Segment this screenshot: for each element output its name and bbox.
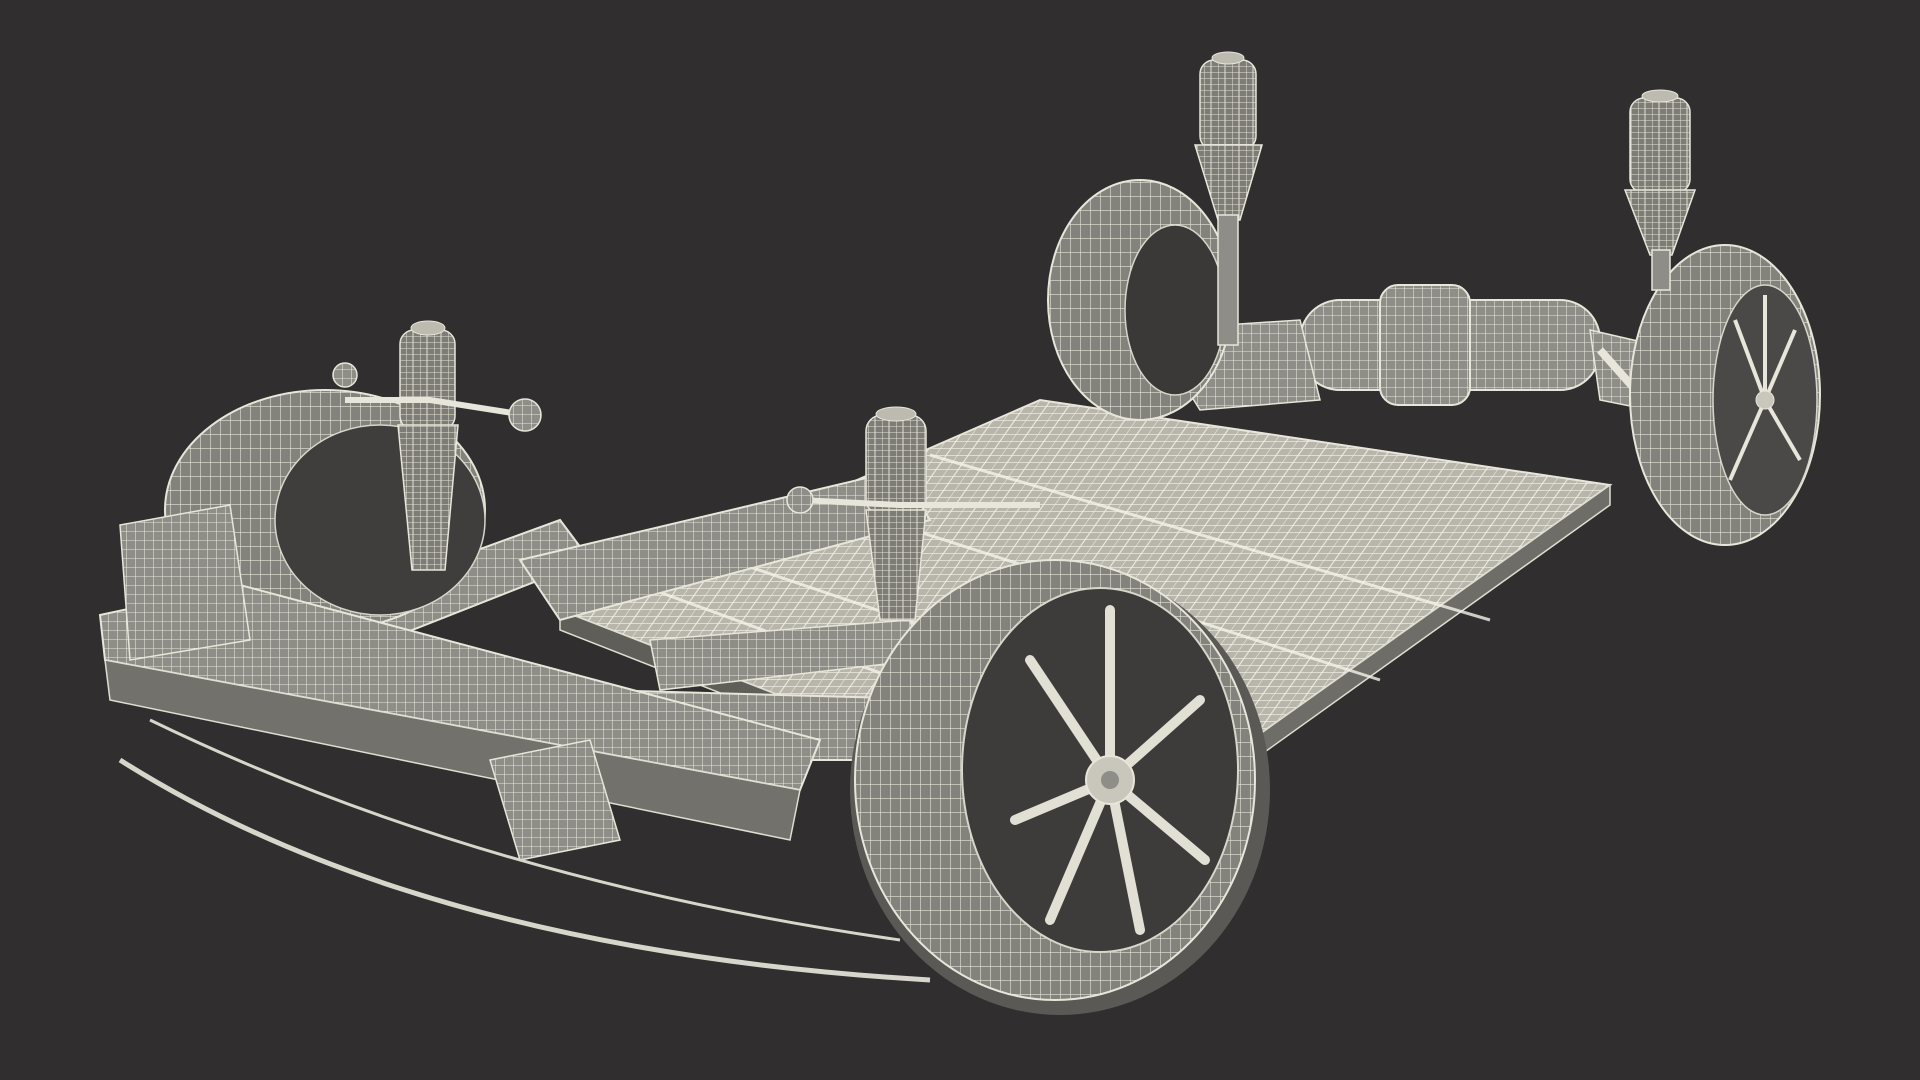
chassis-wireframe-render	[98, 51, 1821, 1015]
rear-left-wheel	[1047, 179, 1233, 421]
render-viewport	[0, 0, 1920, 1080]
